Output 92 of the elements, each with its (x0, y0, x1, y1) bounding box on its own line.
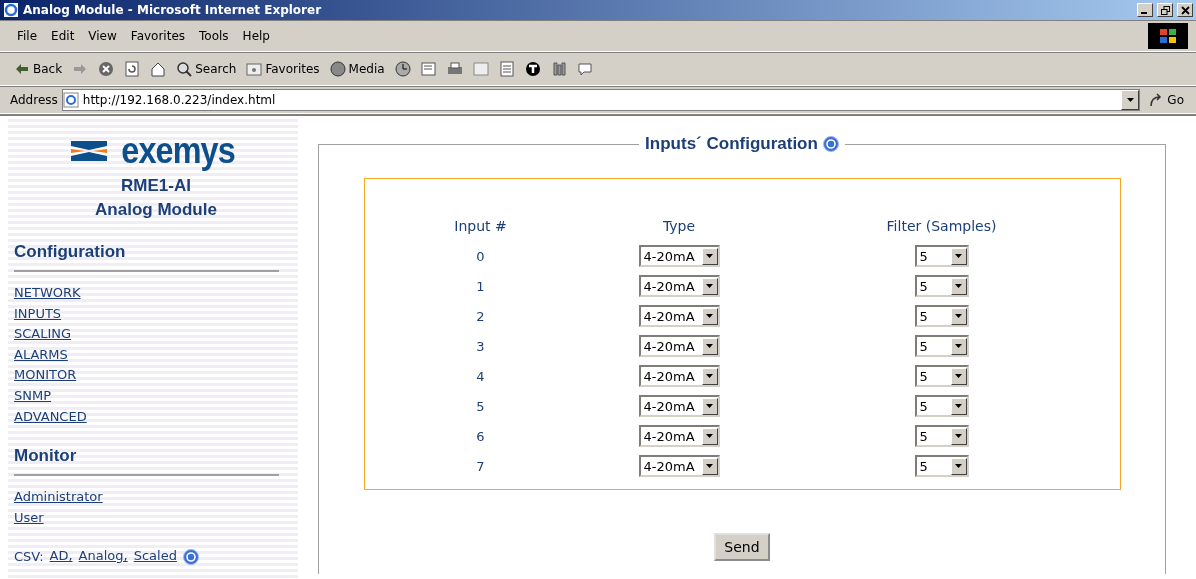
caret-icon (706, 404, 713, 408)
type-select[interactable]: 4-20mA (638, 425, 720, 447)
model-name: RME1-AI (120, 176, 192, 196)
logo-text: exemys (121, 130, 235, 172)
caret-icon (706, 284, 713, 288)
type-select[interactable]: 4-20mA (638, 305, 720, 327)
window-title: Analog Module - Microsoft Internet Explorer (23, 3, 323, 17)
column-header: Input # (454, 218, 507, 234)
caret-icon (955, 374, 962, 378)
panel-title: Inputs´ Configuration (645, 134, 818, 154)
menu-item[interactable]: Edit (44, 27, 82, 45)
caret-icon (955, 464, 962, 468)
nav-link[interactable]: User (14, 509, 44, 525)
restore-icon (1160, 5, 1170, 15)
restore-button[interactable] (1157, 3, 1173, 17)
caret-icon (1126, 98, 1134, 102)
caret-icon (706, 344, 713, 348)
url-text: http://192.168.0.223/index.html (82, 93, 276, 107)
caret-icon (706, 254, 713, 258)
toolbar-button[interactable]: Favorites (242, 59, 324, 79)
filter-select[interactable]: 5 (914, 335, 969, 357)
menu-item[interactable]: Favorites (123, 27, 193, 45)
nav-link[interactable]: NETWORK (14, 285, 81, 300)
nav-link[interactable]: ADVANCED (14, 408, 87, 424)
windows-logo-icon (1148, 23, 1188, 49)
column-header: Type (662, 218, 696, 234)
address-label: Address (10, 93, 58, 107)
type-select[interactable]: 4-20mA (638, 365, 720, 387)
section-title: Configuration (14, 242, 279, 272)
nav-link[interactable]: Administrator (14, 489, 103, 505)
filter-select[interactable]: 5 (914, 395, 969, 417)
type-select[interactable]: 4-20mA (638, 455, 720, 477)
menu-item[interactable]: File (10, 27, 45, 45)
caret-icon (706, 374, 713, 378)
type-select[interactable]: 4-20mA (638, 335, 720, 357)
toolbar-button[interactable]: Search (172, 59, 241, 79)
input-number: 5 (476, 398, 485, 414)
caret-icon (955, 404, 962, 408)
csv-label: CSV: (14, 549, 44, 565)
nav-link[interactable]: MONITOR (14, 367, 77, 383)
section-title: Monitor (14, 446, 279, 477)
caret-icon (706, 314, 713, 318)
input-number: 2 (476, 308, 485, 324)
menu-item[interactable]: View (81, 27, 124, 45)
caret-icon (955, 314, 962, 318)
input-number: 3 (476, 338, 485, 354)
csv-link[interactable]: AD, (49, 547, 73, 566)
filter-select[interactable]: 5 (914, 425, 969, 447)
csv-link[interactable]: Scaled (133, 547, 177, 566)
type-select[interactable]: 4-20mA (638, 395, 720, 417)
input-number: 4 (476, 368, 485, 384)
nav-link[interactable]: INPUTS (14, 305, 62, 321)
toolbar-button[interactable]: Media (325, 59, 389, 79)
address-field[interactable]: http://192.168.0.223/index.html (61, 89, 1141, 111)
nav-link[interactable]: ALARMS (14, 346, 68, 362)
toolbar-button[interactable]: Back (10, 59, 67, 79)
caret-icon (706, 464, 713, 468)
filter-select[interactable]: 5 (914, 275, 969, 297)
menu-item[interactable]: Help (235, 27, 277, 45)
input-number: 1 (476, 278, 485, 294)
page-icon (62, 92, 79, 108)
filter-select[interactable]: 5 (914, 305, 969, 327)
minimize-button[interactable] (1137, 3, 1153, 17)
caret-icon (706, 434, 713, 438)
csv-link[interactable]: Analog, (78, 547, 128, 566)
input-number: 0 (476, 248, 485, 264)
menu-item[interactable]: Tools (192, 27, 236, 45)
close-icon (1180, 5, 1190, 15)
help-icon[interactable] (182, 548, 199, 565)
go-button[interactable]: Go (1144, 90, 1188, 110)
type-select[interactable]: 4-20mA (638, 275, 720, 297)
close-button[interactable] (1177, 3, 1193, 17)
input-number: 7 (476, 458, 485, 474)
column-header: Filter (Samples) (886, 218, 997, 234)
caret-icon (955, 254, 962, 258)
filter-select[interactable]: 5 (914, 455, 969, 477)
nav-link[interactable]: SCALING (14, 326, 72, 342)
help-icon[interactable] (822, 136, 839, 152)
filter-select[interactable]: 5 (914, 365, 969, 387)
nav-link[interactable]: SNMP (14, 387, 52, 403)
caret-icon (955, 434, 962, 438)
search-icon (176, 61, 193, 77)
type-select[interactable]: 4-20mA (638, 245, 720, 267)
caret-icon (955, 284, 962, 288)
dropdown-button[interactable] (1121, 90, 1140, 110)
browser-icon (3, 2, 19, 18)
input-number: 6 (476, 428, 485, 444)
caret-icon (955, 344, 962, 348)
logo-icon (70, 141, 107, 161)
send-button[interactable]: Send (714, 533, 770, 561)
filter-select[interactable]: 5 (914, 245, 969, 267)
module-name: Analog Module (94, 200, 218, 220)
